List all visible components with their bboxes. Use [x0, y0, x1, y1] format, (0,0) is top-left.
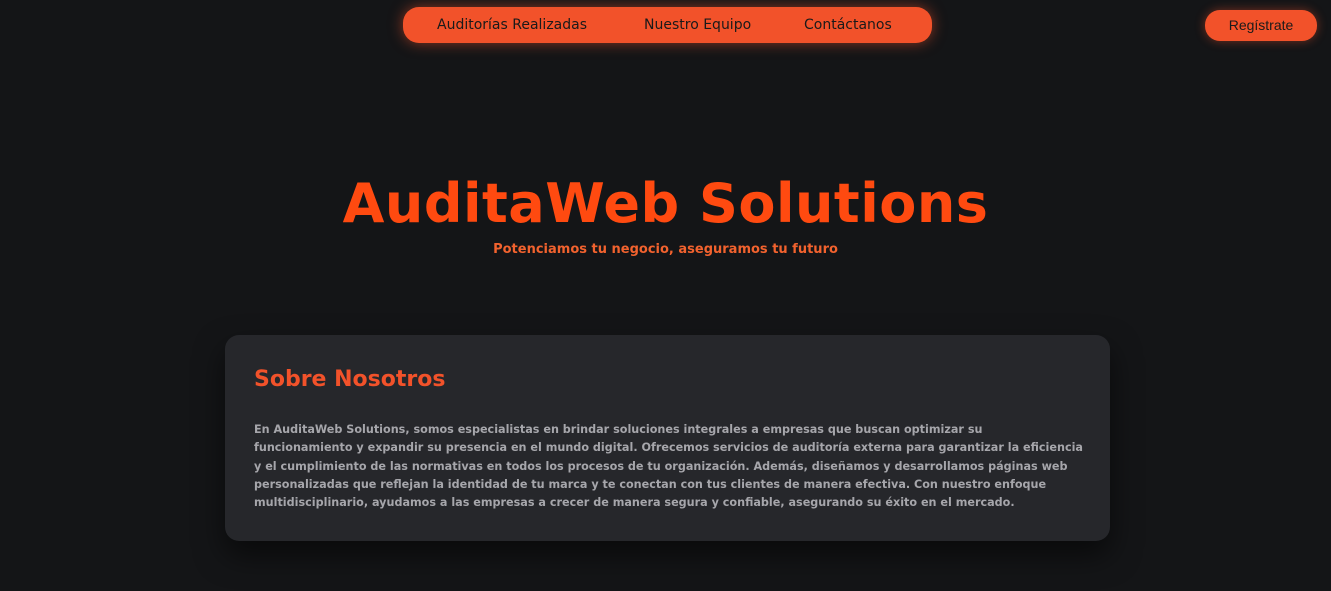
nav-link-auditorias[interactable]: Auditorías Realizadas: [437, 7, 587, 43]
about-card: Sobre Nosotros En AuditaWeb Solutions, s…: [225, 335, 1110, 541]
nav-link-contacto[interactable]: Contáctanos: [804, 7, 892, 43]
hero-title: AuditaWeb Solutions: [342, 172, 989, 235]
main-nav: Auditorías Realizadas Nuestro Equipo Con…: [403, 7, 932, 43]
about-body: En AuditaWeb Solutions, somos especialis…: [254, 423, 1083, 510]
hero-subtitle: Potenciamos tu negocio, aseguramos tu fu…: [493, 242, 838, 257]
nav-link-equipo[interactable]: Nuestro Equipo: [644, 7, 751, 43]
register-button[interactable]: Regístrate: [1205, 10, 1317, 41]
about-title: Sobre Nosotros: [254, 367, 446, 392]
